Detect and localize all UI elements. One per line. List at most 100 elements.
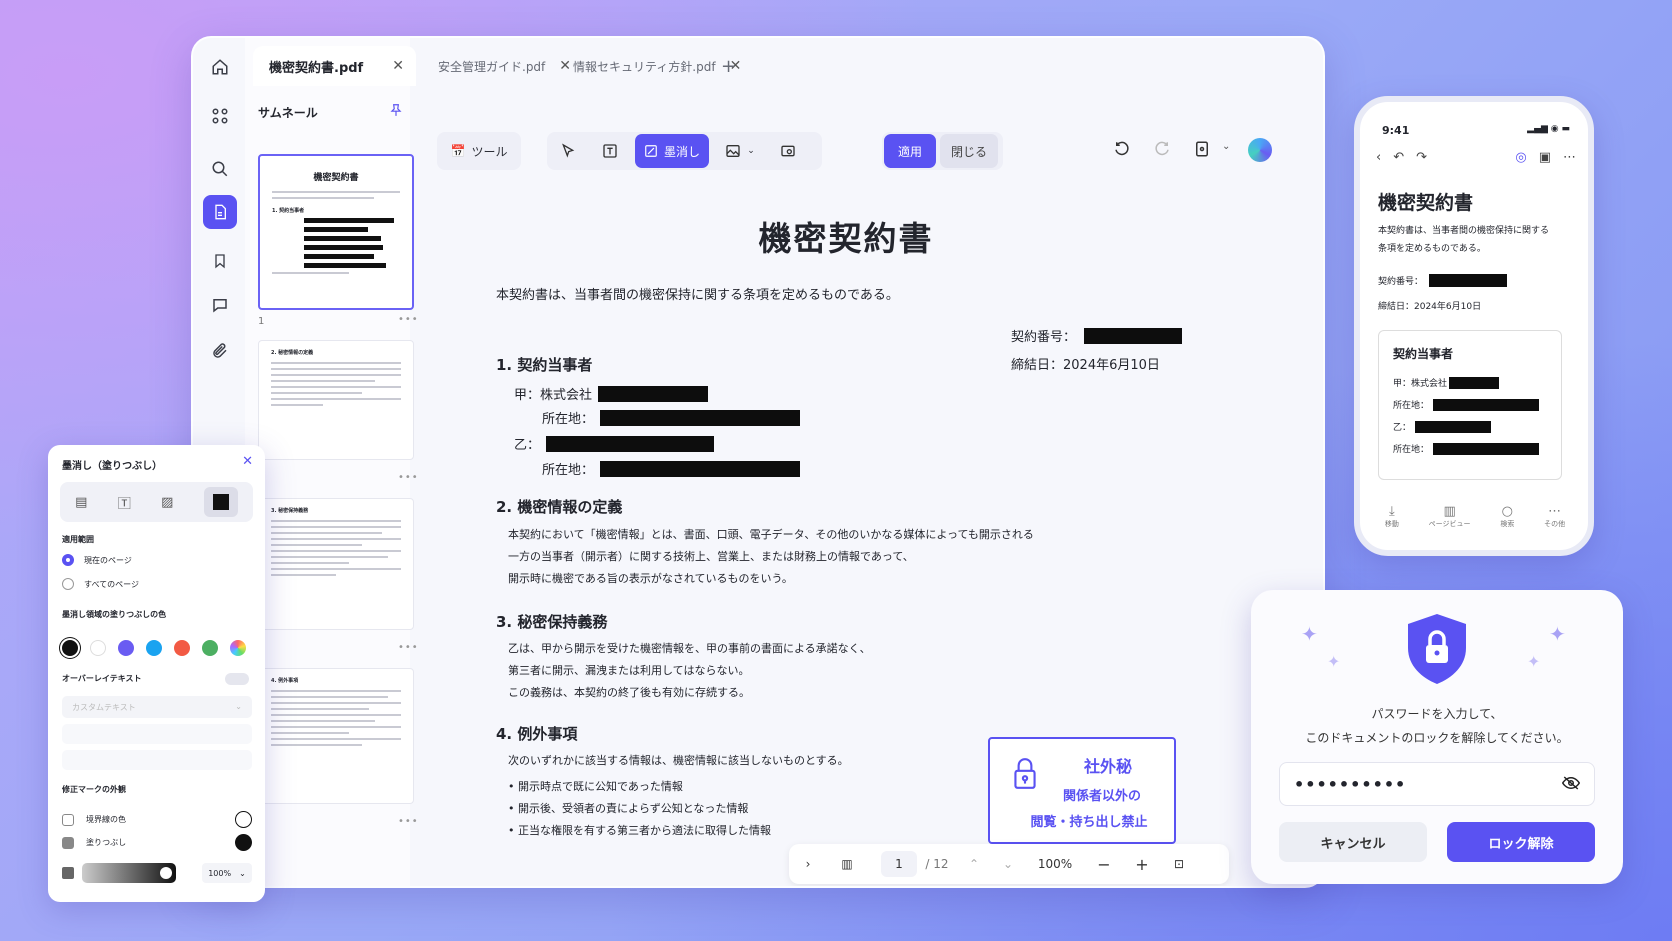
undo-icon[interactable] xyxy=(1113,140,1131,158)
close-icon[interactable]: ✕ xyxy=(559,58,571,74)
redo-icon[interactable]: ↷ xyxy=(1416,150,1427,165)
page-input[interactable]: 1 xyxy=(881,851,917,877)
bookmark-icon[interactable] xyxy=(203,244,237,278)
redaction-box[interactable] xyxy=(600,409,801,426)
redaction-box[interactable] xyxy=(1433,442,1540,455)
color-swatch[interactable] xyxy=(202,640,218,656)
page-view-icon[interactable]: ▥ xyxy=(827,857,867,871)
text-mode-icon[interactable]: 🅃 xyxy=(118,493,131,512)
redact-button[interactable]: 墨消し xyxy=(635,134,709,168)
more-icon[interactable]: ⋯ xyxy=(1563,150,1576,165)
color-swatch[interactable] xyxy=(230,640,246,656)
redaction-box[interactable] xyxy=(1415,420,1492,433)
color-swatch[interactable] xyxy=(174,640,190,656)
color-swatch[interactable] xyxy=(90,640,106,656)
page-mode-icon[interactable]: ▤ xyxy=(75,495,87,510)
fill-row: 塗りつぶし xyxy=(62,834,252,851)
chevron-down-icon[interactable]: ⌄ xyxy=(991,857,1025,871)
page-export-icon[interactable]: ▣ xyxy=(1539,150,1551,165)
redaction-box[interactable] xyxy=(546,435,715,452)
opacity-icon xyxy=(62,867,74,879)
page-export-icon[interactable] xyxy=(1193,140,1211,158)
text-tool-icon[interactable] xyxy=(593,134,627,168)
redaction-box[interactable] xyxy=(1449,376,1500,389)
thumbnails-icon[interactable] xyxy=(203,99,237,133)
redaction-box[interactable] xyxy=(1084,327,1183,344)
phone-doc-title: 機密契約書 xyxy=(1378,192,1474,214)
fit-page-icon[interactable]: ⊡ xyxy=(1161,857,1197,871)
home-icon[interactable] xyxy=(203,50,237,84)
color-swatch[interactable] xyxy=(62,640,78,656)
chevron-right-icon[interactable]: › xyxy=(789,857,827,871)
screen-capture-icon[interactable] xyxy=(771,134,805,168)
close-button[interactable]: 閉じる xyxy=(940,134,998,168)
eye-off-icon[interactable] xyxy=(1561,775,1581,794)
image-mode-icon[interactable]: ▨ xyxy=(161,495,173,510)
close-icon[interactable]: ✕ xyxy=(392,58,404,74)
comment-icon[interactable] xyxy=(203,288,237,322)
phone-time: 9:41 xyxy=(1382,124,1410,137)
chevron-up-icon[interactable]: ⌃ xyxy=(957,857,991,871)
pages-icon[interactable] xyxy=(203,195,237,229)
pin-icon[interactable] xyxy=(389,102,403,118)
pdf-editor-window: 機密契約書.pdf ✕ 安全管理ガイド.pdf ✕ 情報セキュリティ方針.pdf ✕ … xyxy=(191,36,1325,888)
page-thumbnail[interactable]: 4. 例外事項 xyxy=(258,668,414,804)
search-icon[interactable] xyxy=(203,152,237,186)
overlay-toggle[interactable] xyxy=(225,673,249,685)
area-mode-icon[interactable] xyxy=(203,487,238,517)
cancel-button[interactable]: キャンセル xyxy=(1279,822,1427,862)
zoom-level[interactable]: 100% xyxy=(1025,857,1085,871)
fill-color-swatch[interactable] xyxy=(235,834,252,851)
redo-icon[interactable] xyxy=(1153,140,1171,158)
ai-assistant-icon[interactable]: ◎ xyxy=(1515,150,1526,165)
party-b-label: 乙： xyxy=(1393,423,1412,433)
opacity-slider[interactable] xyxy=(82,863,176,883)
nav-search[interactable]: ○ 検索 xyxy=(1500,504,1514,529)
opacity-select[interactable]: 100% ⌄ xyxy=(202,863,252,883)
page-thumbnail[interactable]: 3. 秘密保持義務 xyxy=(258,498,414,630)
password-input[interactable]: •••••••••• xyxy=(1279,762,1595,806)
nav-move[interactable]: ⤓ 移動 xyxy=(1385,504,1399,529)
zoom-in-icon[interactable]: + xyxy=(1123,855,1161,874)
undo-icon[interactable]: ↶ xyxy=(1393,150,1404,165)
document-title: 機密契約書 xyxy=(758,219,934,258)
back-icon[interactable]: ‹ xyxy=(1376,150,1381,165)
redaction-box[interactable] xyxy=(1429,274,1508,287)
apply-button[interactable]: 適用 xyxy=(884,134,936,168)
more-icon[interactable]: ••• xyxy=(398,314,419,325)
fill-checkbox[interactable] xyxy=(62,836,74,849)
border-checkbox[interactable] xyxy=(62,813,74,826)
select-cursor-icon[interactable] xyxy=(551,134,585,168)
tools-button[interactable]: 📅 ツール xyxy=(437,134,521,168)
more-icon[interactable]: ••• xyxy=(398,816,419,827)
tab[interactable]: 安全管理ガイド.pdf ✕ xyxy=(438,46,571,86)
radio-current-page[interactable]: 現在のページ xyxy=(62,554,132,566)
page-thumbnail[interactable]: 2. 秘密情報の定義 xyxy=(258,340,414,460)
radio-all-pages[interactable]: すべてのページ xyxy=(62,578,139,590)
add-tab-icon[interactable]: + xyxy=(721,46,736,86)
nav-page-view[interactable]: ▥ ページビュー xyxy=(1429,504,1471,529)
close-icon[interactable]: ✕ xyxy=(242,454,253,469)
tab[interactable]: 情報セキュリティ方針.pdf ✕ xyxy=(573,46,741,86)
confidential-stamp[interactable]: 社外秘 関係者以外の 閲覧・持ち出し禁止 xyxy=(988,737,1176,844)
zoom-out-icon[interactable]: − xyxy=(1085,855,1123,874)
custom-text-select[interactable]: カスタムテキスト ⌄ xyxy=(62,696,252,718)
chevron-down-icon[interactable]: ⌄ xyxy=(1222,141,1230,152)
more-icon[interactable]: ••• xyxy=(398,642,419,653)
tab-active[interactable]: 機密契約書.pdf ✕ xyxy=(253,46,416,86)
ai-assistant-icon[interactable] xyxy=(1248,138,1272,162)
document-intro: 本契約書は、当事者間の機密保持に関する条項を定めるものである。 xyxy=(496,288,899,303)
redaction-box[interactable] xyxy=(598,385,709,402)
attachment-icon[interactable] xyxy=(203,334,237,368)
color-swatch[interactable] xyxy=(146,640,162,656)
redaction-box[interactable] xyxy=(1433,398,1540,411)
more-icon[interactable]: ••• xyxy=(398,472,419,483)
nav-more[interactable]: ⋯ その他 xyxy=(1544,504,1565,529)
page-thumbnail[interactable]: 機密契約書 1. 契約当事者 xyxy=(258,154,414,310)
redaction-box[interactable] xyxy=(600,460,801,477)
unlock-button[interactable]: ロック解除 xyxy=(1447,822,1595,862)
border-color-swatch[interactable] xyxy=(235,811,252,828)
image-tool-icon[interactable]: ⌄ xyxy=(717,134,763,168)
status-icons: ▂▄▆ ◉ ▬ xyxy=(1527,124,1570,134)
color-swatch[interactable] xyxy=(118,640,134,656)
